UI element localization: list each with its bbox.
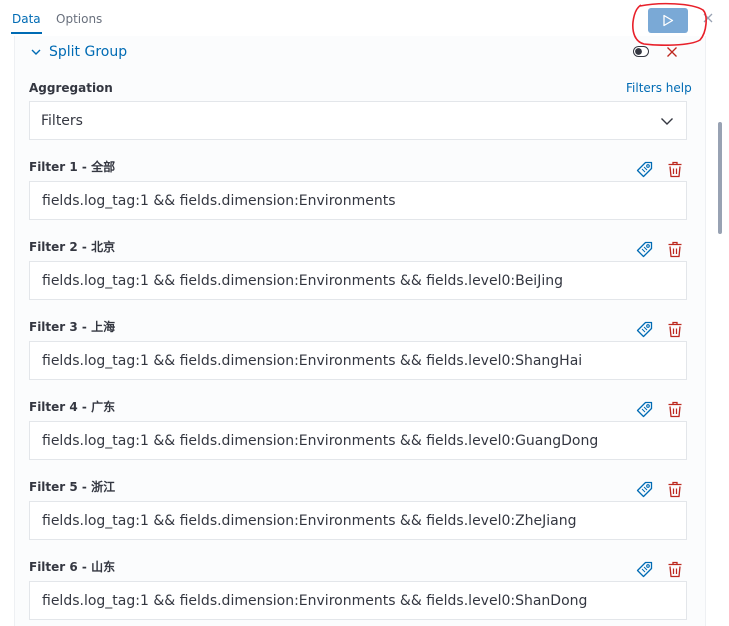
apply-changes-button[interactable] <box>648 8 688 33</box>
filter-label: Filter 4 - 广东 <box>29 400 116 414</box>
trash-icon[interactable] <box>667 241 683 258</box>
filter-query-input[interactable]: fields.log_tag:1 && fields.dimension:Env… <box>29 501 687 540</box>
tab-data[interactable]: Data <box>11 12 42 34</box>
tag-icon[interactable] <box>636 321 653 338</box>
tag-icon[interactable] <box>636 401 653 418</box>
scrollbar[interactable] <box>718 122 722 234</box>
trash-icon[interactable] <box>667 481 683 498</box>
filter-label: Filter 3 - 上海 <box>29 320 116 334</box>
filters-help-link[interactable]: Filters help <box>626 81 692 95</box>
toggle-icon[interactable] <box>633 46 649 57</box>
filter-query-text: fields.log_tag:1 && fields.dimension:Env… <box>42 593 588 609</box>
tag-icon[interactable] <box>636 161 653 178</box>
filter-label: Filter 6 - 山东 <box>29 560 116 574</box>
filter-query-text: fields.log_tag:1 && fields.dimension:Env… <box>42 273 563 289</box>
filter-label: Filter 1 - 全部 <box>29 160 116 174</box>
filter-label: Filter 2 - 北京 <box>29 240 116 254</box>
tag-icon[interactable] <box>636 561 653 578</box>
aggregation-label: Aggregation <box>29 81 113 95</box>
trash-icon[interactable] <box>667 561 683 578</box>
aggregation-select[interactable]: Filters <box>29 101 687 140</box>
filter-query-text: fields.log_tag:1 && fields.dimension:Env… <box>42 193 396 209</box>
trash-icon[interactable] <box>667 401 683 418</box>
filter-query-input[interactable]: fields.log_tag:1 && fields.dimension:Env… <box>29 421 687 460</box>
filter-query-input[interactable]: fields.log_tag:1 && fields.dimension:Env… <box>29 341 687 380</box>
tag-icon[interactable] <box>636 481 653 498</box>
filter-query-input[interactable]: fields.log_tag:1 && fields.dimension:Env… <box>29 181 687 220</box>
filter-label: Filter 5 - 浙江 <box>29 480 116 494</box>
filter-query-text: fields.log_tag:1 && fields.dimension:Env… <box>42 433 599 449</box>
chevron-down-icon[interactable] <box>30 46 42 58</box>
editor-tabs: Data Options <box>0 0 729 38</box>
trash-icon[interactable] <box>667 321 683 338</box>
tab-options[interactable]: Options <box>56 12 102 26</box>
close-icon[interactable] <box>701 11 715 25</box>
play-icon <box>663 14 674 27</box>
filter-query-text: fields.log_tag:1 && fields.dimension:Env… <box>42 353 583 369</box>
split-group-title[interactable]: Split Group <box>49 44 127 60</box>
tag-icon[interactable] <box>636 241 653 258</box>
aggregation-selected-value: Filters <box>41 113 83 129</box>
trash-icon[interactable] <box>667 161 683 178</box>
filter-query-input[interactable]: fields.log_tag:1 && fields.dimension:Env… <box>29 261 687 300</box>
chevron-down-icon <box>661 118 673 125</box>
remove-group-icon[interactable] <box>666 46 678 58</box>
filter-query-text: fields.log_tag:1 && fields.dimension:Env… <box>42 513 577 529</box>
filter-query-input[interactable]: fields.log_tag:1 && fields.dimension:Env… <box>29 581 687 620</box>
